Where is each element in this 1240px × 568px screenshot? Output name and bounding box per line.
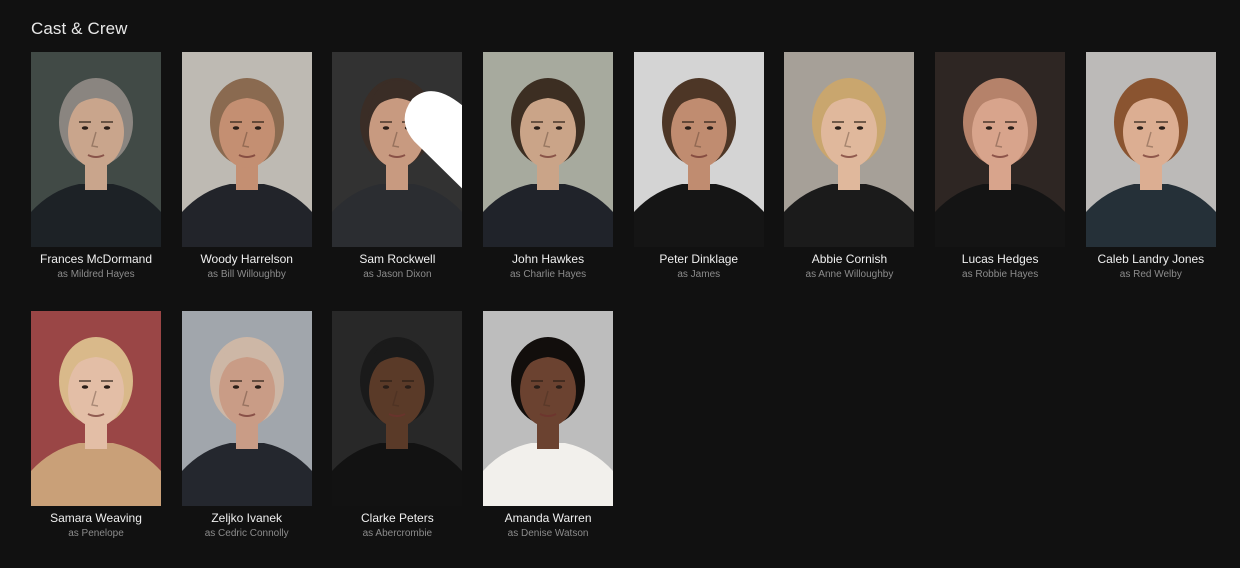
headshot-image bbox=[181, 311, 312, 506]
cast-photo[interactable] bbox=[483, 52, 614, 247]
headshot-image bbox=[784, 52, 915, 247]
cast-card[interactable]: Zeljko Ivanek as Cedric Connolly bbox=[181, 311, 312, 568]
cast-photo[interactable] bbox=[483, 311, 614, 506]
headshot-image bbox=[1085, 52, 1216, 247]
cast-card[interactable]: Amanda Warren as Denise Watson bbox=[483, 311, 614, 568]
cast-card[interactable]: Sam Rockwell as Jason Dixon bbox=[332, 52, 463, 309]
cast-card[interactable]: Caleb Landry Jones as Red Welby bbox=[1085, 52, 1216, 309]
cast-name[interactable]: Zeljko Ivanek bbox=[182, 511, 312, 525]
section-title: Cast & Crew bbox=[31, 19, 128, 38]
cast-photo[interactable] bbox=[31, 311, 161, 506]
cast-photo[interactable] bbox=[935, 52, 1066, 247]
cast-name[interactable]: Frances McDormand bbox=[31, 252, 161, 266]
cast-photo[interactable] bbox=[332, 52, 463, 247]
headshot-image bbox=[483, 52, 614, 247]
cast-name[interactable]: Caleb Landry Jones bbox=[1086, 252, 1216, 266]
headshot-image bbox=[181, 52, 312, 247]
cast-name[interactable]: Sam Rockwell bbox=[332, 252, 462, 266]
cast-photo[interactable] bbox=[332, 311, 463, 506]
cast-name[interactable]: Clarke Peters bbox=[332, 511, 462, 525]
cast-role: as Abercrombie bbox=[362, 528, 433, 539]
cast-photo[interactable] bbox=[181, 311, 312, 506]
hover-overlay bbox=[332, 91, 463, 247]
cast-photo[interactable] bbox=[784, 52, 915, 247]
cast-name[interactable]: Lucas Hedges bbox=[935, 252, 1065, 266]
cast-card[interactable]: Abbie Cornish as Anne Willoughby bbox=[784, 52, 915, 309]
cast-role: as Charlie Hayes bbox=[509, 269, 587, 280]
cast-photo[interactable] bbox=[633, 52, 764, 247]
cast-photo[interactable] bbox=[1085, 52, 1216, 247]
cast-role: as Robbie Hayes bbox=[962, 269, 1039, 280]
cast-grid: Frances McDormand as Mildred Hayes Woody H… bbox=[31, 52, 1216, 568]
cast-name[interactable]: Abbie Cornish bbox=[784, 252, 914, 266]
headshot-image bbox=[483, 311, 614, 506]
cast-name[interactable]: Woody Harrelson bbox=[182, 252, 312, 266]
cast-role: as Anne Willoughby bbox=[805, 269, 894, 280]
cast-card[interactable]: Peter Dinklage as James bbox=[633, 52, 764, 309]
cast-name[interactable]: Samara Weaving bbox=[31, 511, 161, 525]
cast-name[interactable]: Amanda Warren bbox=[483, 511, 613, 525]
headshot-image bbox=[31, 311, 161, 506]
cast-name[interactable]: John Hawkes bbox=[483, 252, 613, 266]
cast-role: as Mildred Hayes bbox=[57, 269, 135, 280]
headshot-image bbox=[332, 311, 463, 506]
cast-photo[interactable] bbox=[31, 52, 161, 247]
cast-role: as Cedric Connolly bbox=[204, 528, 289, 539]
more-options-icon[interactable] bbox=[436, 52, 463, 235]
cast-role: as Jason Dixon bbox=[363, 269, 432, 280]
headshot-image bbox=[31, 52, 161, 247]
cast-role: as Bill Willoughby bbox=[207, 269, 286, 280]
cast-card[interactable]: Clarke Peters as Abercrombie bbox=[332, 311, 463, 568]
cast-photo[interactable] bbox=[181, 52, 312, 247]
cast-card[interactable]: Lucas Hedges as Robbie Hayes bbox=[935, 52, 1066, 309]
cast-card[interactable]: Samara Weaving as Penelope bbox=[31, 311, 161, 568]
cast-role: as Penelope bbox=[68, 528, 124, 539]
headshot-image bbox=[633, 52, 764, 247]
cast-role: as James bbox=[677, 269, 721, 280]
cast-role: as Denise Watson bbox=[507, 528, 589, 539]
cast-card[interactable]: Woody Harrelson as Bill Willoughby bbox=[181, 52, 312, 309]
cast-name[interactable]: Peter Dinklage bbox=[634, 252, 764, 266]
headshot-image bbox=[935, 52, 1066, 247]
cast-role: as Red Welby bbox=[1119, 269, 1182, 280]
cast-card[interactable]: John Hawkes as Charlie Hayes bbox=[483, 52, 614, 309]
cast-card[interactable]: Frances McDormand as Mildred Hayes bbox=[31, 52, 161, 309]
